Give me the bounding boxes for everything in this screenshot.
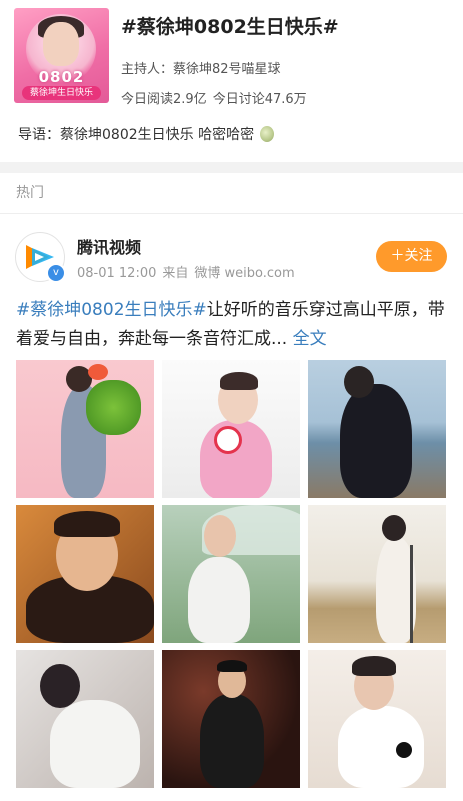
- follow-button[interactable]: ＋关注: [376, 241, 447, 272]
- reads-count: 今日阅读2.9亿: [121, 92, 207, 107]
- post-text: #蔡徐坤0802生日快乐#让好听的音乐穿过高山平原，带着爱与自由，奔赴每一条音符…: [16, 296, 448, 354]
- umbrella-photo[interactable]: [162, 505, 300, 643]
- host-name[interactable]: 蔡徐坤82号喵星球: [173, 62, 281, 77]
- topic-cover-image[interactable]: 0802 蔡徐坤生日快乐: [14, 8, 109, 103]
- photo-head: [40, 664, 80, 708]
- topic-guide: 导语： 蔡徐坤0802生日快乐 哈密哈密: [18, 124, 275, 144]
- post-source: 微博 weibo.com: [194, 266, 295, 281]
- post-meta: 08-01 12:00 来自 微博 weibo.com: [77, 262, 295, 281]
- discussions-count: 今日讨论47.6万: [212, 92, 307, 107]
- host-label: 主持人：: [121, 62, 174, 77]
- lightstick-shape: [214, 426, 242, 454]
- post-hashtag-link[interactable]: #蔡徐坤0802生日快乐#: [16, 300, 207, 320]
- topic-stats: 今日阅读2.9亿 今日讨论47.6万: [121, 88, 307, 107]
- mic-stand-shape: [410, 545, 413, 643]
- guide-label: 导语：: [18, 127, 60, 143]
- cover-face: [43, 22, 79, 66]
- photo-head: [204, 515, 236, 557]
- photo-hair: [352, 656, 396, 676]
- topic-header: 0802 蔡徐坤生日快乐 #蔡徐坤0802生日快乐# 主持人：蔡徐坤82号喵星球…: [0, 0, 463, 162]
- photo-hair: [217, 660, 247, 672]
- photo-figure: [200, 694, 264, 788]
- lightstick-photo[interactable]: [162, 360, 300, 498]
- photo-figure: [188, 557, 250, 643]
- cover-date-text: 0802: [38, 68, 85, 86]
- stage-mic-photo[interactable]: [308, 505, 446, 643]
- verified-badge-icon: v: [46, 263, 66, 283]
- photo-figure: [50, 700, 140, 788]
- cantaloupe-icon: [260, 126, 275, 142]
- seaside-photo[interactable]: [308, 360, 446, 498]
- topic-host: 主持人：蔡徐坤82号喵星球: [121, 58, 281, 77]
- source-prefix: 来自: [162, 266, 189, 281]
- section-divider: [0, 162, 463, 173]
- photo-head: [382, 515, 406, 541]
- photo-grid: [16, 360, 446, 788]
- photo-head: [344, 366, 374, 398]
- read-more-link[interactable]: 全文: [293, 329, 327, 349]
- white-shirt-photo[interactable]: [308, 650, 446, 788]
- suit-stage-photo[interactable]: [162, 650, 300, 788]
- topic-title: #蔡徐坤0802生日快乐#: [121, 16, 339, 38]
- portrait-amber-photo[interactable]: [16, 505, 154, 643]
- balloon-photo[interactable]: [16, 360, 154, 498]
- section-header-hot: 热门: [0, 173, 463, 214]
- cover-ribbon-text: 蔡徐坤生日快乐: [22, 86, 101, 100]
- photo-hair: [54, 511, 120, 537]
- shirt-heart-logo: [396, 742, 412, 758]
- author-avatar[interactable]: v: [15, 232, 66, 283]
- photo-figure: [340, 384, 412, 498]
- weibo-post: v 腾讯视频 08-01 12:00 来自 微博 weibo.com ＋关注 #蔡徐…: [0, 214, 463, 801]
- author-name[interactable]: 腾讯视频: [77, 234, 141, 258]
- post-time: 08-01 12:00: [77, 266, 157, 281]
- balloon-shape: [86, 380, 141, 435]
- guide-text: 蔡徐坤0802生日快乐 哈密哈密: [60, 127, 255, 143]
- balloon-red: [88, 364, 108, 380]
- lounge-photo[interactable]: [16, 650, 154, 788]
- photo-hair: [220, 372, 258, 390]
